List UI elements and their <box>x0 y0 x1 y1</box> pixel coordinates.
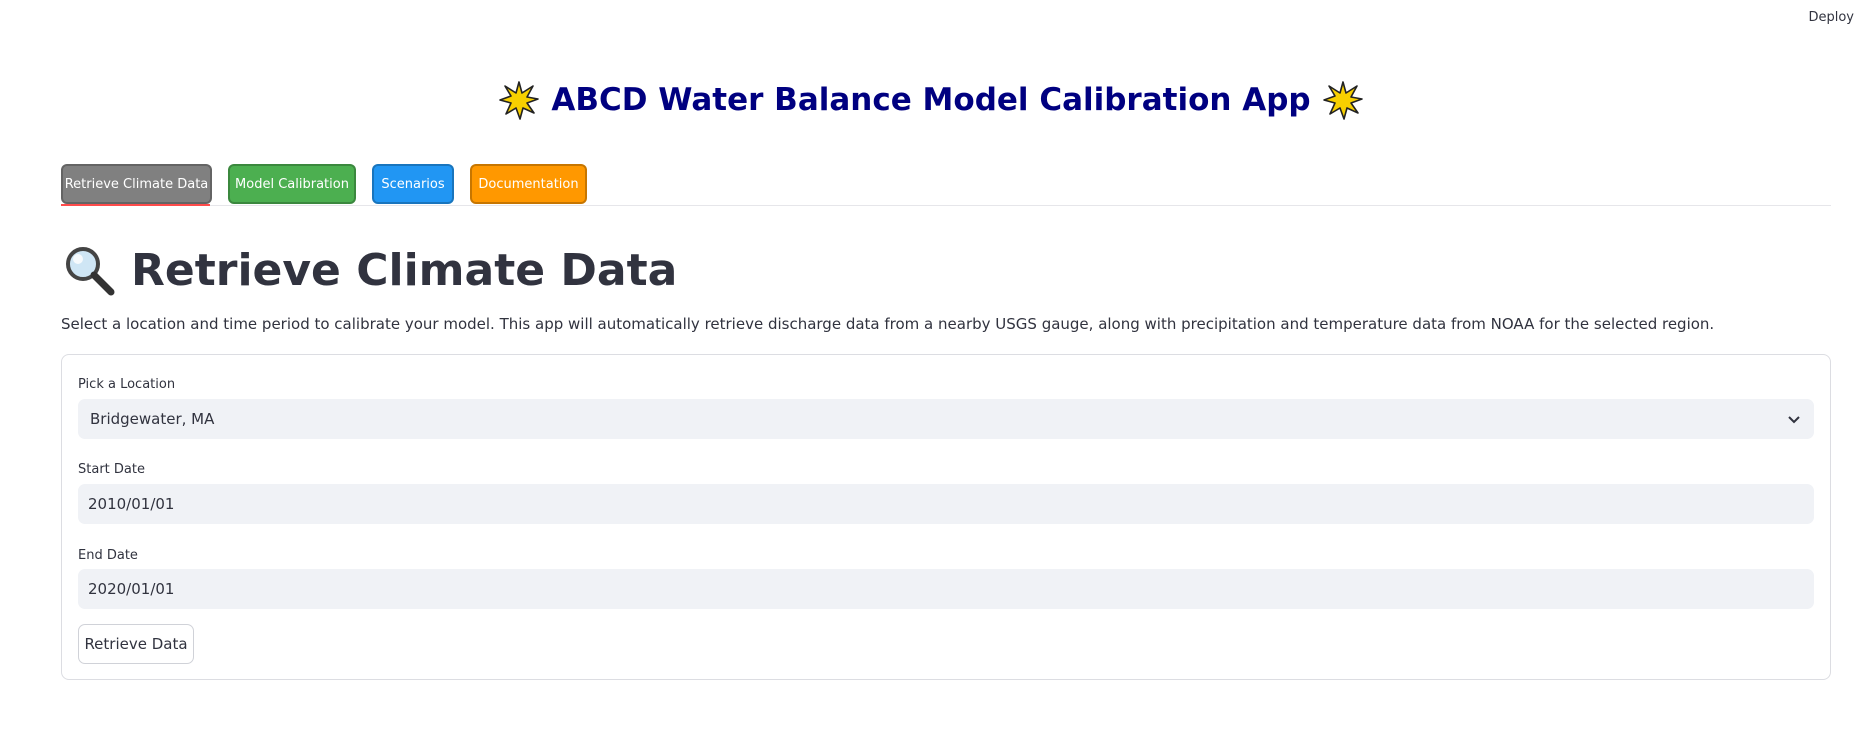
tab-scenarios[interactable]: Scenarios <box>372 164 454 204</box>
tab-model-calibration[interactable]: Model Calibration <box>228 164 356 204</box>
tab-retrieve-climate-data[interactable]: Retrieve Climate Data <box>61 164 212 204</box>
chevron-down-icon <box>1786 411 1802 427</box>
location-select-value: Bridgewater, MA <box>90 410 215 428</box>
star-icon <box>1322 80 1363 120</box>
end-date-label: End Date <box>78 548 138 563</box>
location-select[interactable]: Bridgewater, MA <box>78 399 1814 439</box>
page-title: Retrieve Climate Data <box>61 242 677 298</box>
start-date-input[interactable] <box>78 484 1814 524</box>
start-date-label: Start Date <box>78 462 145 477</box>
page-title-text: Retrieve Climate Data <box>131 244 678 296</box>
end-date-input[interactable] <box>78 569 1814 609</box>
retrieve-data-button[interactable]: Retrieve Data <box>78 624 194 664</box>
deploy-button[interactable]: Deploy <box>1808 10 1854 25</box>
app-title: ABCD Water Balance Model Calibration App <box>0 80 1862 120</box>
page-description: Select a location and time period to cal… <box>61 315 1715 333</box>
active-tab-indicator <box>61 204 210 206</box>
location-label: Pick a Location <box>78 377 176 392</box>
star-icon <box>499 80 540 120</box>
app-title-text: ABCD Water Balance Model Calibration App <box>551 82 1311 118</box>
tab-documentation[interactable]: Documentation <box>470 164 587 204</box>
magnifier-icon <box>61 242 117 298</box>
retrieve-data-form: Pick a Location Bridgewater, MA Start Da… <box>61 354 1831 680</box>
tab-bar: Retrieve Climate Data Model Calibration … <box>61 164 1831 206</box>
